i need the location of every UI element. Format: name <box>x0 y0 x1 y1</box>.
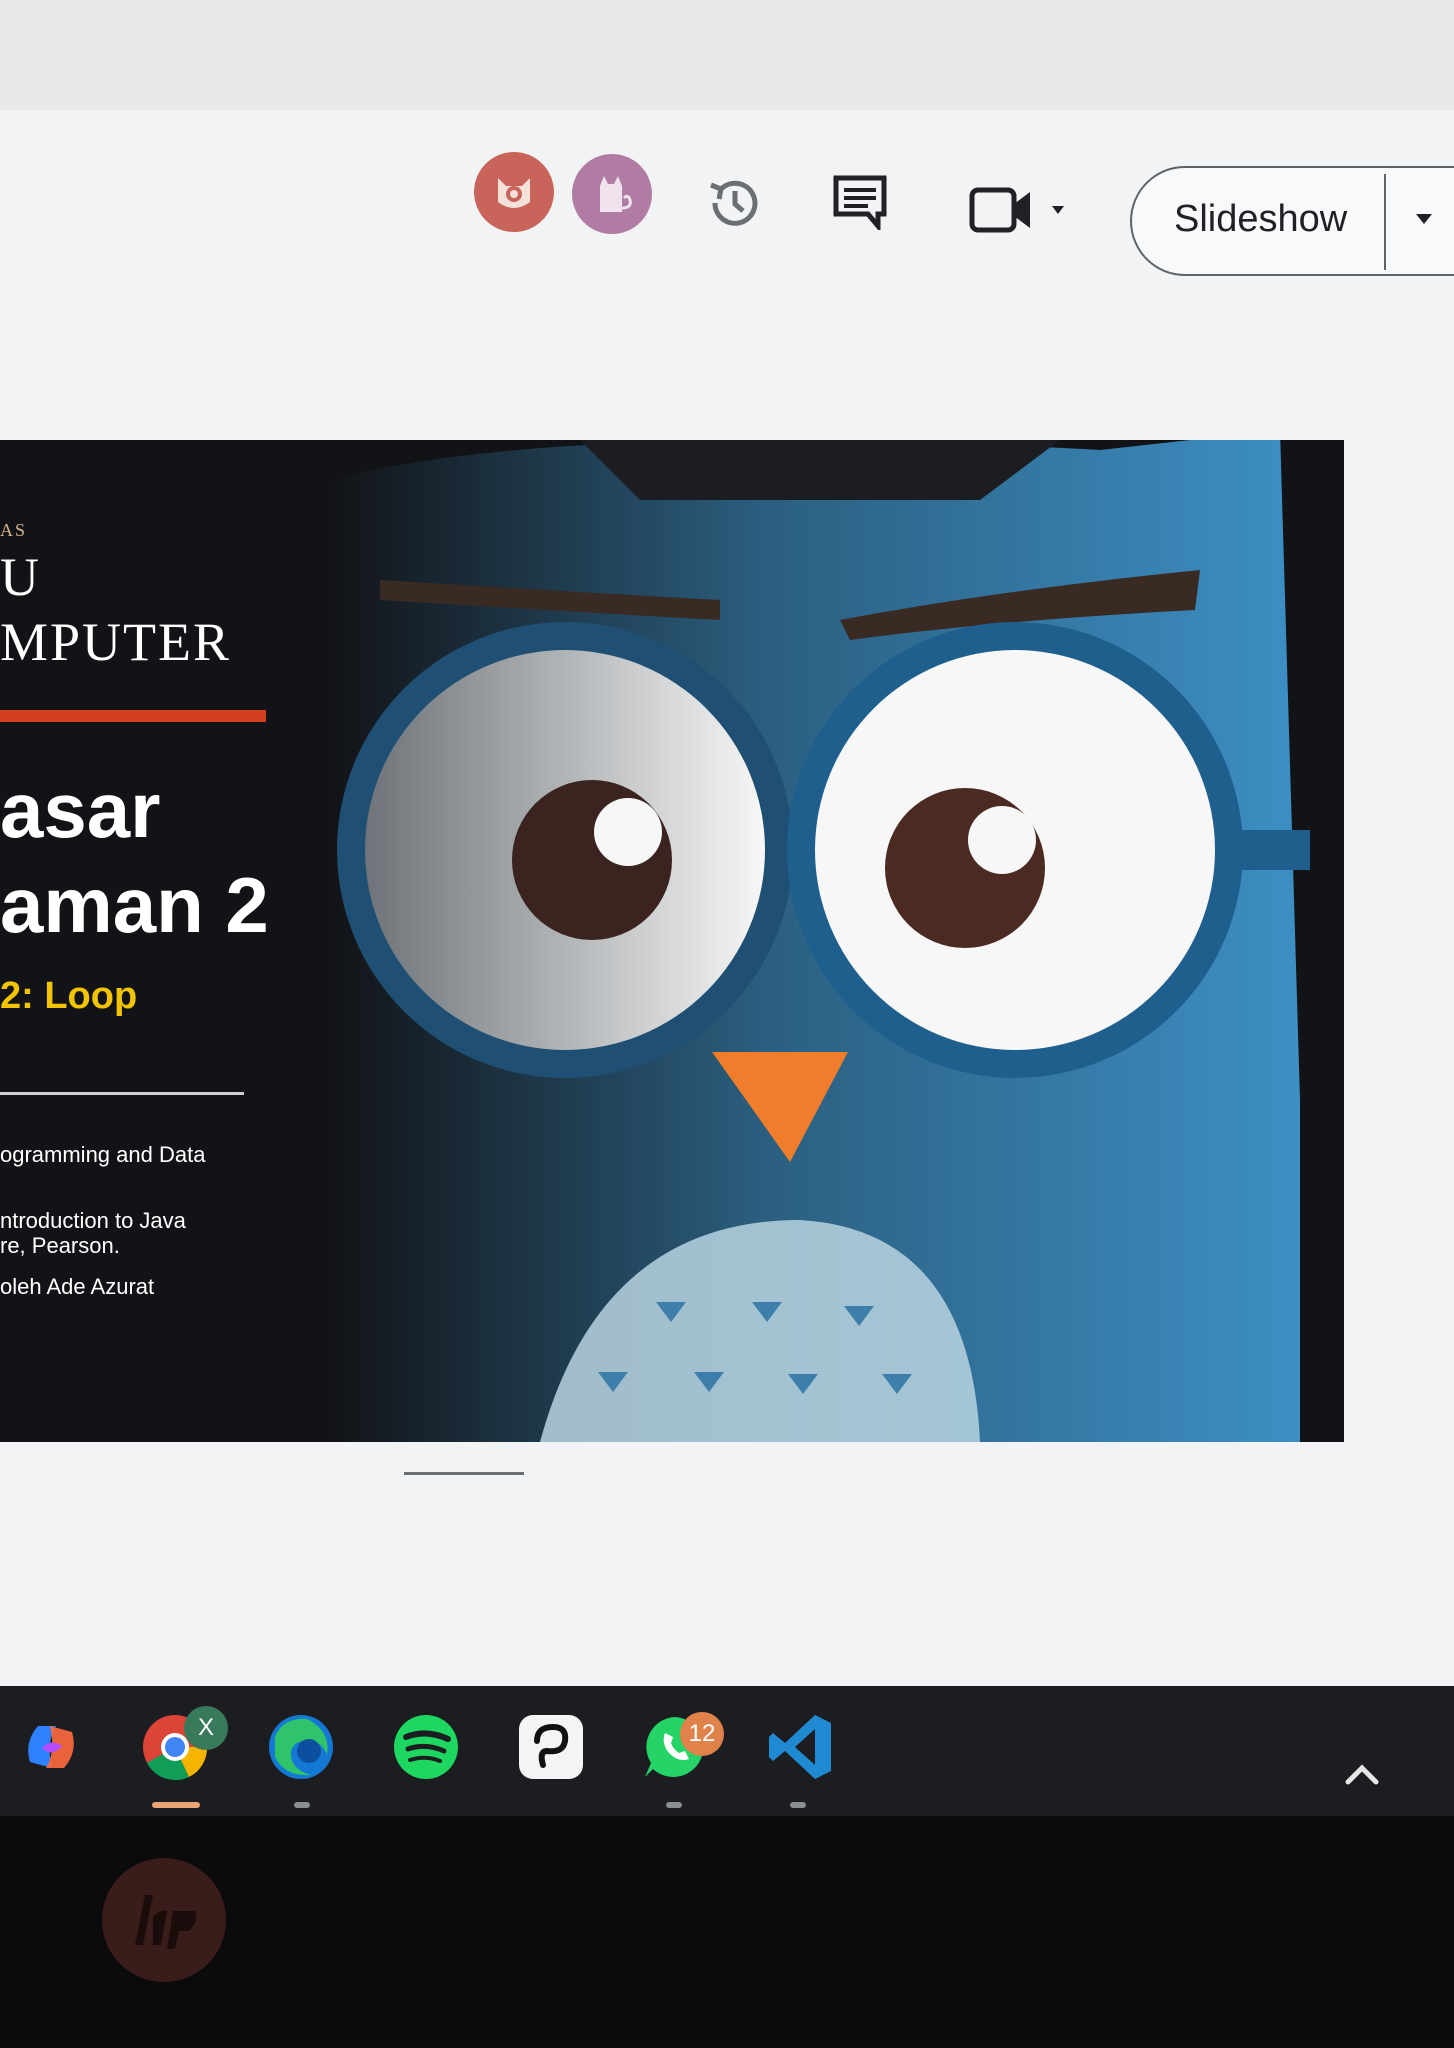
slide-reference-line3: oleh Ade Azurat <box>0 1274 155 1299</box>
edge-icon[interactable] <box>260 1706 342 1788</box>
edge-running-indicator <box>294 1802 310 1808</box>
chrome-profile-badge: X <box>184 1706 228 1750</box>
windows-taskbar: X 12 <box>0 1686 1454 1816</box>
vscode-running-indicator <box>790 1802 806 1808</box>
chevron-up-icon[interactable] <box>1342 1760 1382 1788</box>
copilot-icon[interactable] <box>10 1706 92 1788</box>
slideshow-dropdown-icon[interactable] <box>1412 208 1436 228</box>
chrome-badge-text: X <box>197 1714 214 1741</box>
slide-brand-line1: U <box>0 547 39 607</box>
screen: Slideshow AS U MPUTER asar aman 2 2: Loo… <box>0 0 1454 1712</box>
hp-logo <box>102 1858 226 1982</box>
lasso-app-icon[interactable] <box>510 1706 592 1788</box>
speaker-notes-resize-handle[interactable] <box>404 1472 524 1475</box>
comments-icon[interactable] <box>828 170 892 234</box>
chrome-active-indicator <box>152 1802 200 1808</box>
slide-course-title-line1: asar <box>0 766 161 854</box>
spotify-icon[interactable] <box>385 1706 467 1788</box>
hp-logo-icon <box>135 1895 197 1949</box>
slide-chapter-subtitle: 2: Loop <box>0 975 138 1017</box>
slide-reference-line2a: ntroduction to Java <box>0 1208 186 1233</box>
browser-top-strip <box>0 0 1454 111</box>
slide-course-title-line2: aman 2 <box>0 861 269 949</box>
meet-camera-icon[interactable] <box>968 180 1068 240</box>
slide-canvas[interactable]: AS U MPUTER asar aman 2 2: Loop ogrammin… <box>0 440 1344 1442</box>
slide-reference-line2b: re, Pearson. <box>0 1233 120 1258</box>
chevron-down-icon <box>1052 206 1064 214</box>
slide-reference-line1: ogramming and Data <box>0 1142 206 1167</box>
vscode-icon[interactable] <box>760 1706 842 1788</box>
slide-accent-bar <box>0 710 266 722</box>
cat-avatar-icon <box>600 176 632 212</box>
version-history-icon[interactable] <box>700 168 770 238</box>
slide-university-label: AS <box>0 520 28 540</box>
slideshow-divider <box>1384 174 1386 270</box>
whatsapp-badge-count: 12 <box>688 1720 716 1747</box>
slide-divider <box>0 1092 244 1095</box>
whatsapp-running-indicator <box>666 1802 682 1808</box>
collaborator-avatar-1[interactable] <box>474 152 554 232</box>
whatsapp-unread-badge: 12 <box>680 1712 724 1756</box>
slideshow-label: Slideshow <box>1174 198 1348 240</box>
owl-avatar-icon <box>498 178 530 208</box>
slide-reference-line2: ntroduction to Java re, Pearson. <box>0 1208 186 1258</box>
collaborator-avatar-2[interactable] <box>572 154 652 234</box>
slideshow-button[interactable]: Slideshow <box>1130 166 1454 276</box>
slide-brand-line2: MPUTER <box>0 612 232 672</box>
